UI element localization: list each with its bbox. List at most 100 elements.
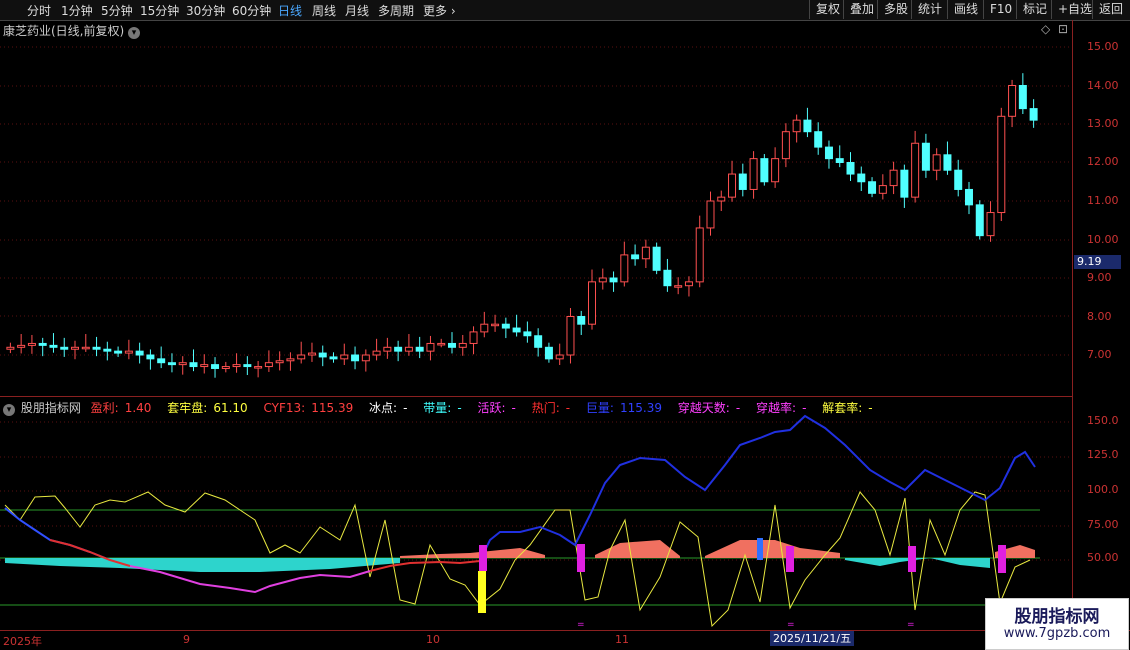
cost-band-high <box>595 540 680 558</box>
candle-body <box>114 350 123 354</box>
candle-body <box>964 188 973 206</box>
candle-body <box>232 364 241 368</box>
candle-body <box>167 362 176 366</box>
price-tick: 7.00 <box>1087 348 1112 361</box>
watermark-title: 股朋指标网 <box>1014 607 1100 627</box>
candle-body <box>792 119 801 133</box>
candle-body <box>275 360 284 364</box>
watermark: 股朋指标网 www.7gpzb.com <box>985 598 1129 650</box>
indicator-value: 穿越天数: - <box>677 401 741 415</box>
candle-body <box>318 352 327 358</box>
candle-body <box>824 146 833 160</box>
candle-body <box>286 358 295 362</box>
candle-body <box>243 364 252 368</box>
candle-body <box>426 342 435 352</box>
candle-body <box>146 354 155 360</box>
signal-marker: = <box>577 620 585 630</box>
candle-body <box>221 366 230 369</box>
candle-body <box>307 352 316 356</box>
price-tick: 11.00 <box>1087 194 1119 207</box>
signal-bar <box>908 546 916 572</box>
indicator-header: ▾ 股朋指标网 盈利: 1.40 套牢盘: 61.10 CYF13: 115.39 冰… <box>3 399 885 416</box>
candle-body <box>868 181 877 194</box>
candle-body <box>577 316 586 325</box>
candle-body <box>728 173 737 198</box>
candle-body <box>264 362 273 368</box>
signal-bar <box>577 544 585 572</box>
indicator-value: 穿越率: - <box>756 401 807 415</box>
candle-body <box>814 131 823 148</box>
candle-body <box>555 354 564 360</box>
candle-body <box>684 281 693 287</box>
candle-body <box>27 342 36 346</box>
signal-bar <box>478 571 486 613</box>
candle-body <box>835 158 844 163</box>
candle-body <box>631 254 640 260</box>
indicator-value: 带量: - <box>423 401 462 415</box>
indicator-tick: 125.0 <box>1087 448 1119 461</box>
price-tick: 8.00 <box>1087 310 1112 323</box>
cost-band-high <box>400 548 545 558</box>
date-axis: 2025年 9 10 11 <box>0 631 1072 650</box>
candle-body <box>857 173 866 183</box>
candle-body <box>394 346 403 352</box>
candle-body <box>501 323 510 329</box>
indicator-value: 解套率: - <box>822 401 873 415</box>
candle-body <box>512 327 521 333</box>
candle-body <box>200 364 209 368</box>
indicator-value: 冰点: - <box>369 401 408 415</box>
candle-body <box>932 154 941 171</box>
candle-body <box>415 346 424 352</box>
candle-body <box>447 342 456 348</box>
candle-body <box>297 354 306 360</box>
price-tick: 10.00 <box>1087 233 1119 246</box>
candle-body <box>1018 85 1027 110</box>
candle-body <box>178 362 187 366</box>
candle-body <box>124 350 133 354</box>
candle-body <box>943 154 952 171</box>
candle-body <box>6 346 15 350</box>
candle-body <box>211 364 220 369</box>
candle-body <box>921 142 930 171</box>
signal-bar <box>998 545 1006 573</box>
candle-body <box>189 362 198 368</box>
candle-body <box>954 169 963 190</box>
candle-body <box>340 354 349 360</box>
indicator-value: 巨量: 115.39 <box>585 401 662 415</box>
candle-body <box>760 158 769 183</box>
candle-body <box>437 342 446 346</box>
candle-body <box>588 281 597 325</box>
candle-body <box>609 277 618 283</box>
indicator-value: 活跃: - <box>477 401 516 415</box>
candle-body <box>351 354 360 362</box>
signal-marker: = <box>787 620 795 630</box>
candle-body <box>534 335 543 348</box>
indicator-value: CYF13: 115.39 <box>263 401 354 415</box>
panel-divider <box>0 396 1072 397</box>
candle-body <box>986 212 995 237</box>
candle-body <box>975 204 984 237</box>
chevron-down-icon[interactable]: ▾ <box>3 404 15 416</box>
signal-bar <box>786 546 794 572</box>
candle-body <box>38 342 47 346</box>
indicator-value: 热门: - <box>531 401 571 415</box>
date-tick: 11 <box>615 633 629 646</box>
indicator-tick: 150.0 <box>1087 414 1119 427</box>
cyf-line-start <box>4 507 111 561</box>
candle-body <box>157 358 166 364</box>
watermark-url: www.7gpzb.com <box>1003 626 1111 641</box>
candle-body <box>717 196 726 202</box>
signal-bar <box>757 538 763 560</box>
candle-body <box>846 162 855 175</box>
indicator-tick: 100.0 <box>1087 483 1119 496</box>
back-button[interactable]: 返回 <box>1092 0 1129 19</box>
candle-body <box>749 158 758 190</box>
candle-body <box>803 119 812 133</box>
candle-body <box>781 131 790 160</box>
candle-body <box>620 254 629 283</box>
date-tick: 2025年 <box>3 635 42 648</box>
indicator-tick: 75.00 <box>1087 518 1119 531</box>
cost-band-low <box>845 558 990 568</box>
candle-body <box>911 142 920 198</box>
indicator-name[interactable]: 股朋指标网 <box>21 401 81 415</box>
